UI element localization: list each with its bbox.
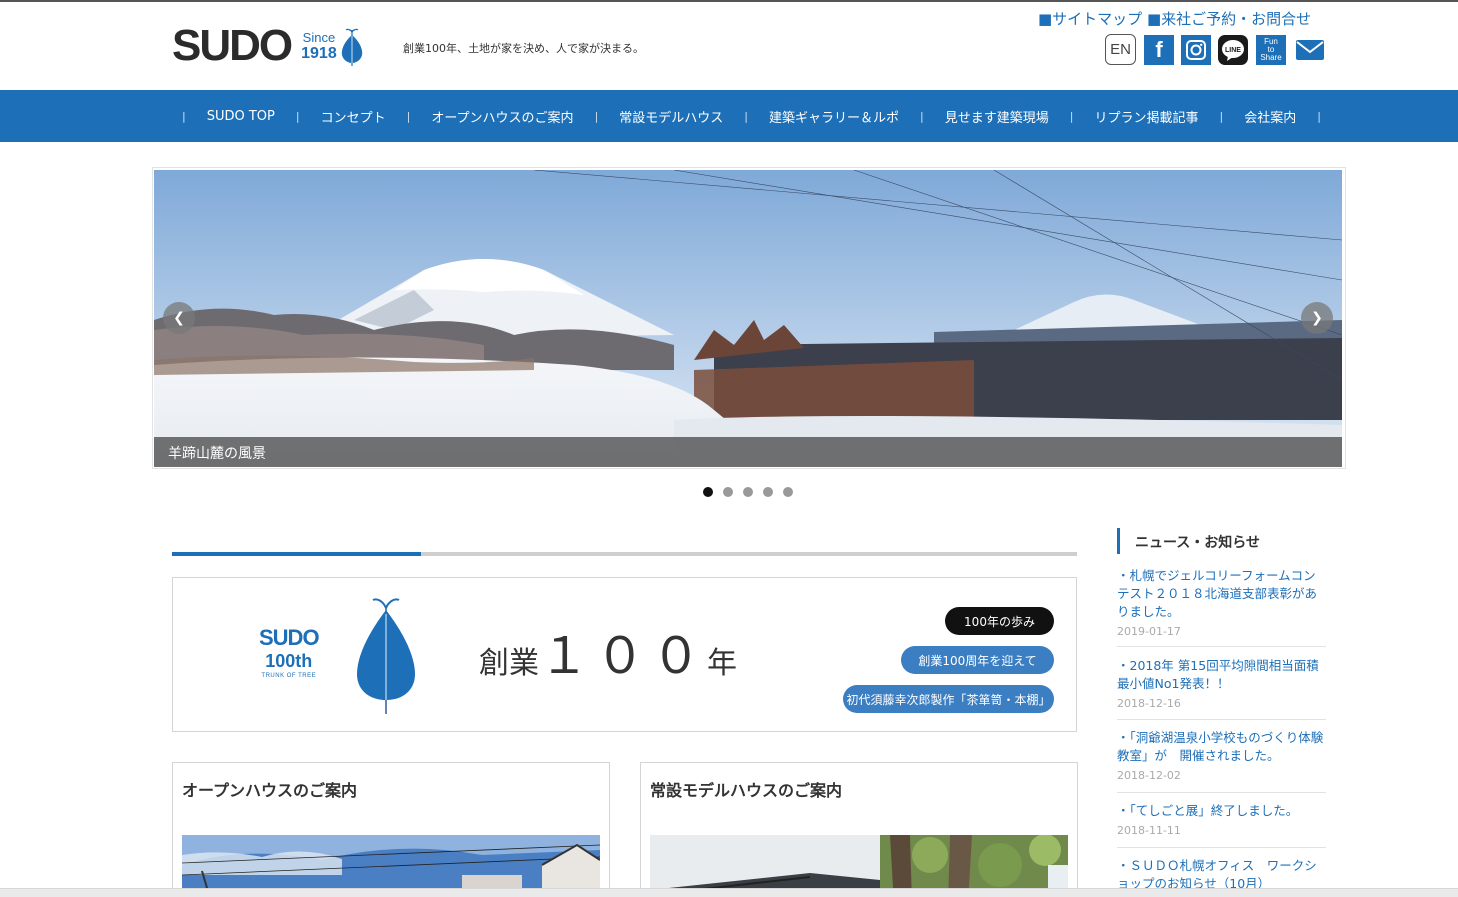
instagram-glyph <box>1186 40 1206 60</box>
slider-prev-button[interactable]: ❮ <box>163 302 195 334</box>
founder-craft-button[interactable]: 初代須藤幸次郎製作「茶箪笥・本棚」 <box>843 685 1054 713</box>
fun-to-share-icon[interactable]: Fun to Share <box>1256 35 1286 65</box>
since-label: Since <box>302 30 336 45</box>
nav-separator: | <box>1069 109 1074 123</box>
anniversary-welcome-button[interactable]: 創業100周年を迎えて <box>901 646 1054 674</box>
model-house-card[interactable]: 常設モデルハウスのご案内 <box>640 762 1078 897</box>
nav-item-model-house[interactable]: 常設モデルハウス <box>608 107 734 126</box>
line-bubble: LINE <box>1222 40 1244 61</box>
sitemap-link[interactable]: ■サイトマップ <box>1038 10 1142 28</box>
nav-separator: | <box>295 109 300 123</box>
news-item-date: 2018-12-02 <box>1117 769 1181 782</box>
logo-since: Since 1918 <box>301 30 337 62</box>
open-house-card[interactable]: オープンハウスのご案内 <box>172 762 610 897</box>
tagline: 創業100年、土地が家を決め、人で家が決まる。 <box>403 42 644 55</box>
nav-item-construction-site[interactable]: 見せます建築現場 <box>934 107 1060 126</box>
site-logo[interactable]: SUDO Since 1918 <box>172 24 365 68</box>
nav-separator: | <box>594 109 599 123</box>
news-item-date: 2019-01-17 <box>1117 625 1181 638</box>
news-item[interactable]: ・札幌でジェルコリーフォームコンテスト２０１８北海道支部表彰がありました。 20… <box>1117 567 1326 647</box>
anniversary-banner[interactable]: SUDO 100th TRUNK OF TREE 創業１００年 100年の歩み … <box>172 577 1077 732</box>
slider-pagination <box>703 487 803 497</box>
news-item-text[interactable]: ・2018年 第15回平均隙間相当面積最小値No1発表！！ <box>1117 657 1326 693</box>
anniversary-logo-sudo: SUDO <box>259 625 320 650</box>
news-item[interactable]: ・「洞爺湖温泉小学校ものづくり体験教室」が 開催されました。 2018-12-0… <box>1117 729 1326 793</box>
mail-icon[interactable] <box>1295 35 1325 65</box>
content-progress-track <box>172 552 1077 556</box>
anniversary-title-prefix: 創業 <box>479 646 539 681</box>
envelope-glyph <box>1296 40 1324 60</box>
news-item-text[interactable]: ・札幌でジェルコリーフォームコンテスト２０１８北海道支部表彰がありました。 <box>1117 567 1326 621</box>
anniversary-leaf-icon <box>357 598 415 714</box>
horizontal-scrollbar[interactable] <box>0 888 1458 897</box>
instagram-icon[interactable] <box>1181 35 1211 65</box>
slider-dot[interactable] <box>783 487 793 497</box>
facebook-icon[interactable]: f <box>1144 35 1174 65</box>
contact-link[interactable]: ■来社ご予約・お問合せ <box>1147 10 1311 28</box>
news-item[interactable]: ・「てしごと展」終了しました。 2018-11-11 <box>1117 802 1326 848</box>
news-item-text[interactable]: ・「てしごと展」終了しました。 <box>1117 802 1326 820</box>
english-button[interactable]: EN <box>1105 34 1136 65</box>
nav-separator: | <box>1317 109 1321 123</box>
slide-caption-bar: 羊蹄山麓の風景 <box>154 437 1342 467</box>
open-house-card-title: オープンハウスのご案内 <box>182 781 358 800</box>
nav-item-gallery[interactable]: 建築ギャラリー＆ルポ <box>758 107 910 126</box>
slider-dot[interactable] <box>703 487 713 497</box>
nav-separator: | <box>406 109 411 123</box>
news-item-date: 2018-11-11 <box>1117 824 1181 837</box>
nav-separator: | <box>744 109 749 123</box>
top-border <box>0 0 1458 2</box>
anniversary-logo: SUDO 100th TRUNK OF TREE <box>259 625 320 680</box>
nav-separator: | <box>1219 109 1224 123</box>
nav-item-open-house[interactable]: オープンハウスのご案内 <box>420 107 584 126</box>
news-item-date: 2018-12-16 <box>1117 697 1181 710</box>
chevron-left-icon: ❮ <box>173 310 185 326</box>
line-label: LINE <box>1225 47 1241 54</box>
anniversary-logo-sub: TRUNK OF TREE <box>261 673 317 679</box>
line-icon[interactable]: LINE <box>1218 35 1248 65</box>
content-progress-fill <box>172 552 421 556</box>
chevron-right-icon: ❯ <box>1311 310 1323 326</box>
hero-slide[interactable]: 羊蹄山麓の風景 <box>154 170 1342 467</box>
model-house-card-title: 常設モデルハウスのご案内 <box>650 781 843 800</box>
nav-items: | SUDO TOP | コンセプト | オープンハウスのご案内 | 常設モデル… <box>172 90 1331 142</box>
history-button[interactable]: 100年の歩み <box>945 607 1054 635</box>
nav-item-sudo-top[interactable]: SUDO TOP <box>196 109 286 124</box>
nav-separator: | <box>920 109 924 123</box>
nav-item-company[interactable]: 会社案内 <box>1233 107 1307 126</box>
logo-wordmark: SUDO <box>172 21 293 70</box>
anniversary-title-suffix: 年 <box>707 646 737 681</box>
slider-dot[interactable] <box>723 487 733 497</box>
main-nav: | SUDO TOP | コンセプト | オープンハウスのご案内 | 常設モデル… <box>0 90 1458 142</box>
news-heading-text: ニュース・お知らせ <box>1135 535 1261 551</box>
news-item-text[interactable]: ・「洞爺湖温泉小学校ものづくり体験教室」が 開催されました。 <box>1117 729 1326 765</box>
nav-separator: | <box>182 109 186 123</box>
since-year: 1918 <box>301 45 337 62</box>
hero-landscape-image <box>154 170 1342 467</box>
top-links: ■サイトマップ ■来社ご予約・お問合せ <box>1038 8 1311 29</box>
nav-item-concept[interactable]: コンセプト <box>310 107 397 126</box>
anniversary-title: 創業１００年 <box>479 616 737 688</box>
anniversary-logo-100th: 100th <box>265 651 313 671</box>
fun-label-3: Share <box>1260 53 1282 62</box>
leaf-icon <box>341 28 362 66</box>
slide-caption: 羊蹄山麓の風景 <box>168 446 266 462</box>
news-heading: ニュース・お知らせ <box>1117 528 1326 554</box>
slider-dot[interactable] <box>763 487 773 497</box>
nav-item-replan-articles[interactable]: リプラン掲載記事 <box>1083 107 1209 126</box>
slider-dot[interactable] <box>743 487 753 497</box>
anniversary-title-number: １００ <box>539 627 707 685</box>
slider-next-button[interactable]: ❯ <box>1301 302 1333 334</box>
news-item[interactable]: ・2018年 第15回平均隙間相当面積最小値No1発表！！ 2018-12-16 <box>1117 657 1326 720</box>
